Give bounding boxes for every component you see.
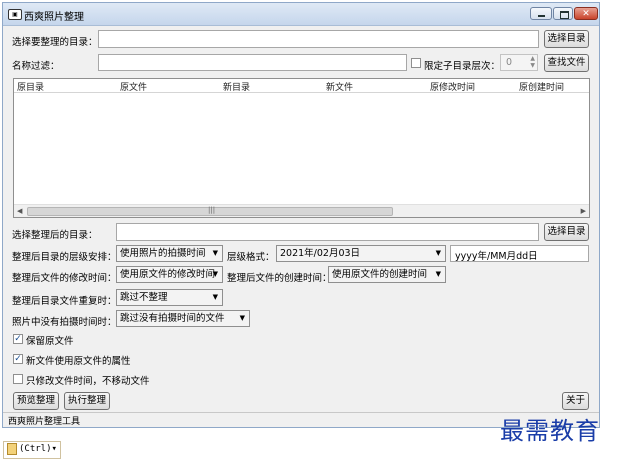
format-label: 层级格式： xyxy=(227,252,275,263)
scrollbar-thumb[interactable]: ||| xyxy=(27,206,393,216)
stepper-arrows-icon[interactable]: ▲ ▼ xyxy=(530,55,535,69)
mtime-selected: 使用原文件的修改时间 xyxy=(120,269,216,280)
dropdown-arrow-icon: ▼ xyxy=(212,249,218,257)
time-only-label: 只修改文件时间，不移动文件 xyxy=(26,376,150,387)
duplicate-select[interactable]: 跳过不整理 ▼ xyxy=(116,289,223,306)
dropdown-arrow-icon: ▼ xyxy=(435,270,441,278)
ctime-selected: 使用原文件的创建时间 xyxy=(332,269,428,280)
dropdown-arrow-icon: ▼ xyxy=(212,270,218,278)
no-time-selected: 跳过没有拍摄时间的文件 xyxy=(120,313,225,324)
time-only-checkbox[interactable] xyxy=(13,374,23,384)
no-time-select[interactable]: 跳过没有拍摄时间的文件 ▼ xyxy=(116,310,250,327)
watermark-logo: 最需教育 xyxy=(500,417,600,445)
title-bar: ▣ 西爽照片整理 ✕ xyxy=(3,3,599,26)
format-selected: 2021年/02月03日 xyxy=(280,248,361,259)
close-button[interactable]: ✕ xyxy=(574,7,598,20)
column-header[interactable]: 原修改时间 xyxy=(430,80,475,93)
maximize-button[interactable] xyxy=(553,7,573,20)
dropdown-arrow-icon: ▼ xyxy=(435,249,441,257)
ctrl-label: (Ctrl)▾ xyxy=(19,444,57,454)
dropdown-arrow-icon: ▼ xyxy=(239,314,245,322)
format-select[interactable]: 2021年/02月03日 ▼ xyxy=(276,245,446,262)
column-header[interactable]: 原目录 xyxy=(17,80,44,93)
keep-original-checkbox[interactable]: ✓ xyxy=(13,334,23,344)
camera-icon: ▣ xyxy=(8,9,22,20)
limit-depth-checkbox[interactable] xyxy=(411,58,421,68)
column-header[interactable]: 原创建时间 xyxy=(519,80,564,93)
keep-original-label: 保留原文件 xyxy=(26,336,74,347)
mtime-select[interactable]: 使用原文件的修改时间 ▼ xyxy=(116,266,223,283)
target-dir-input[interactable] xyxy=(116,223,539,241)
table-header: 原目录 原文件 新目录 新文件 原修改时间 原创建时间 xyxy=(14,79,589,93)
grip-icon: ||| xyxy=(208,206,216,214)
about-button[interactable]: 关于 xyxy=(562,392,589,410)
minimize-icon xyxy=(538,15,545,17)
select-source-dir-button[interactable]: 选择目录 xyxy=(544,30,589,48)
column-header[interactable]: 原文件 xyxy=(120,80,147,93)
name-filter-input[interactable] xyxy=(98,54,407,71)
clipboard-icon xyxy=(7,442,17,455)
duplicate-label: 整理后目录文件重复时： xyxy=(12,296,117,307)
horizontal-scrollbar[interactable]: ◀ ||| ▶ xyxy=(14,204,589,217)
arrange-selected: 使用照片的拍摄时间 xyxy=(120,248,206,259)
use-attributes-label: 新文件使用原文件的属性 xyxy=(26,356,131,367)
close-icon: ✕ xyxy=(582,9,590,19)
scroll-right-icon[interactable]: ▶ xyxy=(581,207,586,215)
name-filter-label: 名称过滤： xyxy=(12,61,60,72)
minimize-button[interactable] xyxy=(530,7,552,20)
use-attributes-checkbox[interactable]: ✓ xyxy=(13,354,23,364)
ctime-label: 整理后文件的创建时间： xyxy=(227,273,332,284)
find-files-button[interactable]: 查找文件 xyxy=(544,54,589,72)
run-button[interactable]: 执行整理 xyxy=(64,392,110,410)
depth-stepper[interactable]: 0 ▲ ▼ xyxy=(500,54,538,71)
file-table[interactable]: 原目录 原文件 新目录 新文件 原修改时间 原创建时间 ◀ ||| ▶ xyxy=(13,78,590,218)
depth-value: 0 xyxy=(506,57,513,68)
duplicate-selected: 跳过不整理 xyxy=(120,292,168,303)
no-time-label: 照片中没有拍摄时间时： xyxy=(12,317,117,328)
source-dir-label: 选择要整理的目录： xyxy=(12,37,98,48)
select-target-dir-button[interactable]: 选择目录 xyxy=(544,223,589,241)
paste-options-button[interactable]: (Ctrl)▾ xyxy=(3,441,61,459)
format-pattern-input[interactable]: yyyy年/MM月dd日 xyxy=(450,245,589,262)
arrange-select[interactable]: 使用照片的拍摄时间 ▼ xyxy=(116,245,223,262)
maximize-icon xyxy=(560,11,569,19)
limit-depth-label: 限定子目录层次： xyxy=(424,61,501,72)
app-window: ▣ 西爽照片整理 ✕ 选择要整理的目录： 选择目录 名称过滤： 限定子目录层次：… xyxy=(2,2,600,428)
column-header[interactable]: 新目录 xyxy=(223,80,250,93)
target-dir-label: 选择整理后的目录： xyxy=(12,230,98,241)
scroll-left-icon[interactable]: ◀ xyxy=(17,207,22,215)
source-dir-input[interactable] xyxy=(98,30,539,48)
status-text: 西爽照片整理工具 xyxy=(8,417,81,427)
ctime-select[interactable]: 使用原文件的创建时间 ▼ xyxy=(328,266,446,283)
mtime-label: 整理后文件的修改时间： xyxy=(12,273,117,284)
arrange-label: 整理后目录的层级安排： xyxy=(12,252,117,263)
window-title: 西爽照片整理 xyxy=(24,12,84,23)
column-header[interactable]: 新文件 xyxy=(326,80,353,93)
preview-button[interactable]: 预览整理 xyxy=(13,392,59,410)
dropdown-arrow-icon: ▼ xyxy=(212,293,218,301)
